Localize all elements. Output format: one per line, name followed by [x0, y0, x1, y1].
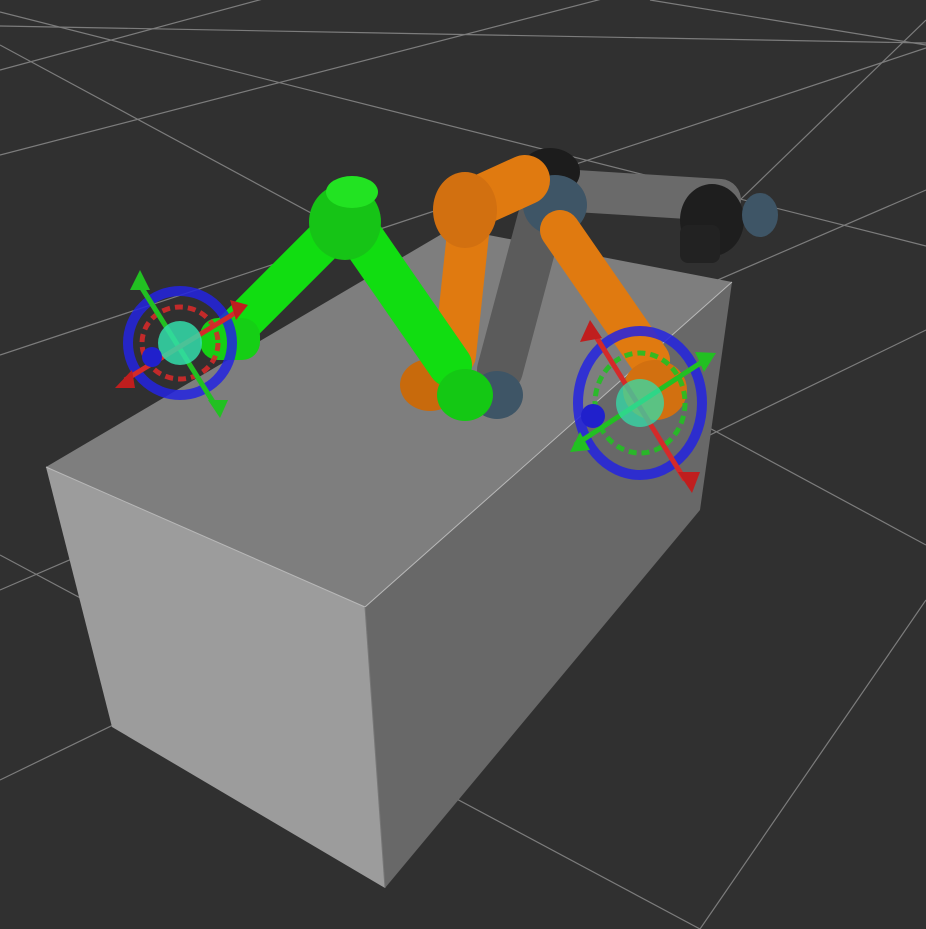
3d-viewport[interactable] [0, 0, 926, 929]
